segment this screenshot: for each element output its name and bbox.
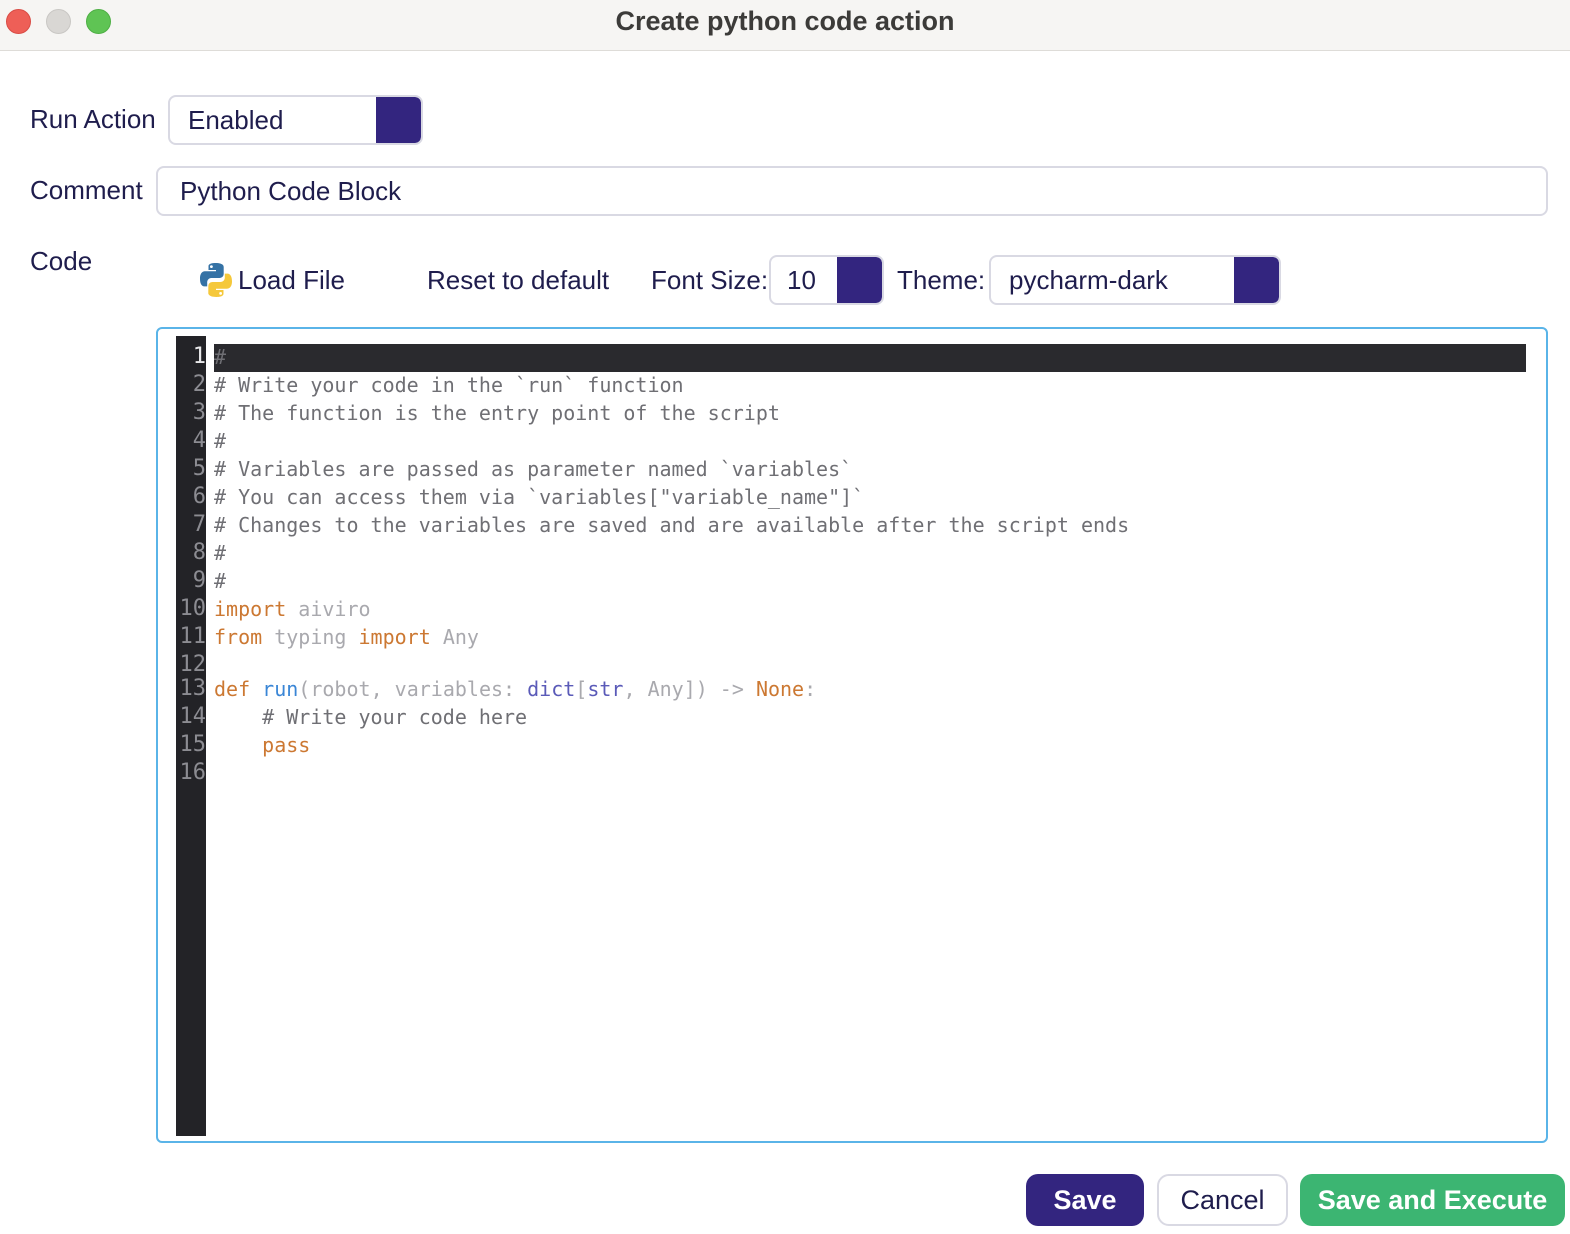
line-number: 12 [179, 652, 207, 677]
load-file-label: Load File [238, 264, 345, 295]
line-number: 13 [179, 676, 207, 701]
reset-to-default-button[interactable]: Reset to default [427, 258, 609, 302]
line-number: 7 [192, 512, 206, 537]
theme-label: Theme: [897, 264, 986, 295]
save-button[interactable]: Save [1026, 1174, 1144, 1226]
title-bar: Create python code action [0, 0, 1570, 51]
run-action-dropdown-button[interactable] [376, 97, 421, 143]
line-number: 2 [192, 372, 206, 397]
code-line: # [214, 541, 227, 565]
font-size-label: Font Size: [651, 264, 769, 295]
run-action-select[interactable]: Enabled [168, 95, 423, 145]
comment-input[interactable]: Python Code Block [156, 166, 1548, 216]
code-line: # Changes to the variables are saved and… [214, 513, 1130, 537]
line-number: 14 [179, 704, 207, 729]
line-number: 8 [192, 540, 206, 565]
font-size-select[interactable]: 10 [769, 255, 884, 305]
code-line: # [214, 569, 227, 593]
line-number: 11 [179, 624, 207, 649]
code-line: # Variables are passed as parameter name… [214, 457, 853, 481]
code-line: # Write your code here [262, 705, 528, 729]
line-number: 15 [179, 732, 207, 757]
python-icon [196, 260, 236, 300]
window-title: Create python code action [615, 6, 955, 36]
save-and-execute-button[interactable]: Save and Execute [1300, 1174, 1565, 1226]
line-number: 1 [192, 344, 206, 369]
theme-value: pycharm-dark [1009, 264, 1168, 295]
code-line: # [214, 345, 227, 369]
active-line-highlight [214, 344, 1526, 372]
code-line: # Write your code in the `run` function [214, 373, 684, 397]
run-action-value: Enabled [188, 104, 284, 135]
code-line: pass [262, 733, 311, 757]
code-line: def run(robot, variables: dict[str, Any]… [214, 677, 817, 701]
comment-value: Python Code Block [180, 175, 402, 206]
code-label: Code [30, 246, 93, 276]
font-size-dropdown-button[interactable] [837, 257, 882, 303]
line-number: 3 [192, 400, 206, 425]
comment-label: Comment [30, 175, 143, 205]
code-line: # The function is the entry point of the… [214, 401, 780, 425]
line-number: 5 [192, 456, 206, 481]
line-number: 9 [192, 568, 206, 593]
code-line: # [214, 429, 227, 453]
load-file-button[interactable]: Load File [196, 258, 345, 302]
line-number: 4 [192, 428, 206, 453]
code-line: import aiviro [214, 597, 371, 621]
code-editor[interactable]: 1 2 3 4 5 6 7 8 9 10 11 12 13 14 15 16 #… [156, 327, 1548, 1143]
line-number: 10 [179, 596, 207, 621]
line-number: 16 [179, 760, 207, 785]
theme-dropdown-button[interactable] [1234, 257, 1279, 303]
theme-select[interactable]: pycharm-dark [989, 255, 1281, 305]
font-size-value: 10 [787, 264, 816, 295]
line-number: 6 [192, 484, 206, 509]
run-action-label: Run Action [30, 104, 156, 134]
code-line: # You can access them via `variables["va… [214, 485, 865, 509]
cancel-button[interactable]: Cancel [1157, 1174, 1288, 1226]
code-line: from typing import Any [214, 625, 479, 649]
